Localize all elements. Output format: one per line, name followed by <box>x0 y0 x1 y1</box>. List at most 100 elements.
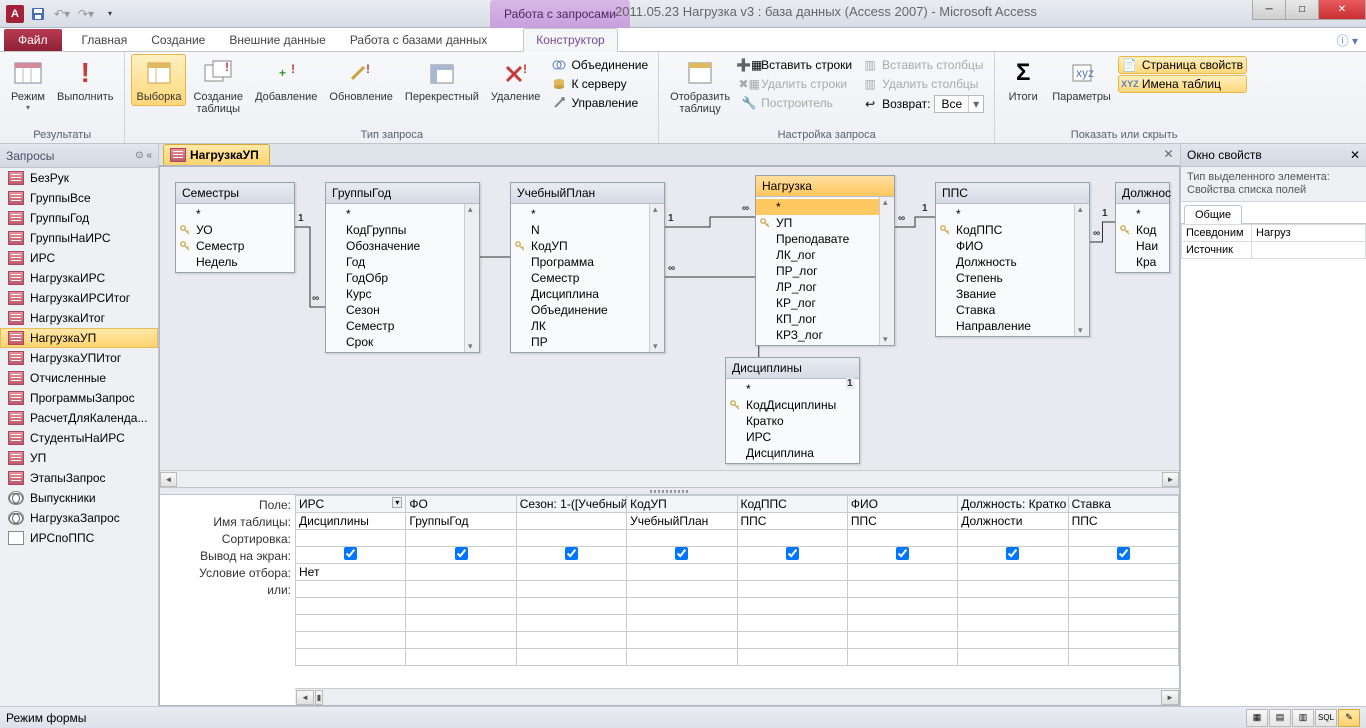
grid-cell[interactable] <box>406 598 516 615</box>
nav-item[interactable]: БезРук <box>0 168 158 188</box>
grid-cell[interactable] <box>847 649 957 666</box>
grid-cell[interactable] <box>627 547 737 564</box>
showtable-button[interactable]: Отобразить таблицу <box>665 54 735 118</box>
table-field[interactable]: Должность <box>936 254 1089 270</box>
redo-icon[interactable]: ↷▾ <box>76 4 96 24</box>
table-field[interactable]: Семестр <box>176 238 294 254</box>
scrollbar[interactable] <box>649 204 664 352</box>
nav-item[interactable]: УП <box>0 448 158 468</box>
doc-tab-active[interactable]: НагрузкаУП <box>163 144 270 165</box>
grid-cell[interactable] <box>1068 530 1178 547</box>
table-field[interactable]: Кра <box>1116 254 1169 270</box>
table-header[interactable]: УчебныйПлан <box>511 183 664 204</box>
table-field[interactable]: * <box>1116 206 1169 222</box>
grid-cell[interactable] <box>958 632 1068 649</box>
table-field[interactable]: Курс <box>326 286 479 302</box>
table-header[interactable]: Дисциплины <box>726 358 859 379</box>
table-field[interactable]: * <box>756 199 894 215</box>
grid-cell[interactable] <box>1068 615 1178 632</box>
table-header[interactable]: ГруппыГод <box>326 183 479 204</box>
table-box[interactable]: Нагрузка*УППреподаватеЛК_логПР_логЛР_лог… <box>755 175 895 346</box>
grid-cell[interactable] <box>406 615 516 632</box>
nav-item[interactable]: НагрузкаЗапрос <box>0 508 158 528</box>
view-sql-icon[interactable]: SQL <box>1315 709 1337 727</box>
grid-cell[interactable]: Должность: Кратко <box>958 496 1068 513</box>
grid-cell[interactable] <box>1068 598 1178 615</box>
grid-cell[interactable] <box>737 649 847 666</box>
grid-cell[interactable] <box>847 564 957 581</box>
propsheet-grid[interactable]: ПсевдонимНагрузИсточник <box>1181 224 1366 706</box>
grid-cell[interactable]: ФИО <box>847 496 957 513</box>
grid-cell[interactable] <box>737 632 847 649</box>
union-button[interactable]: Объединение <box>547 56 652 74</box>
grid-cell[interactable]: ППС <box>1068 513 1178 530</box>
grid-cell[interactable]: КодУП <box>627 496 737 513</box>
grid-cell[interactable] <box>406 581 516 598</box>
table-field[interactable]: * <box>936 206 1089 222</box>
grid-cell[interactable]: КодППС <box>737 496 847 513</box>
table-field[interactable]: Звание <box>936 286 1089 302</box>
crosstab-button[interactable]: Перекрестный <box>400 54 484 106</box>
table-field[interactable]: Программа <box>511 254 664 270</box>
table-field[interactable]: Степень <box>936 270 1089 286</box>
grid-cell[interactable]: ППС <box>847 513 957 530</box>
grid-cell[interactable] <box>516 632 626 649</box>
grid-cell[interactable] <box>516 615 626 632</box>
close-button[interactable]: ✕ <box>1318 0 1366 20</box>
nav-item[interactable]: ГруппыВсе <box>0 188 158 208</box>
table-field[interactable]: * <box>176 206 294 222</box>
return-combo[interactable]: ↩Возврат: Все▾ <box>858 94 988 114</box>
table-field[interactable]: * <box>511 206 664 222</box>
table-field[interactable]: ИРС <box>726 429 859 445</box>
table-box[interactable]: ГруппыГод*КодГруппыОбозначениеГодГодОбрК… <box>325 182 480 353</box>
nav-item[interactable]: ГруппыГод <box>0 208 158 228</box>
nav-item[interactable]: Выпускники <box>0 488 158 508</box>
nav-item[interactable]: НагрузкаУП <box>0 328 158 348</box>
grid-cell[interactable] <box>296 615 406 632</box>
table-field[interactable]: КРЗ_лог <box>756 327 894 343</box>
grid-cell[interactable] <box>1068 547 1178 564</box>
table-field[interactable]: Сезон <box>326 302 479 318</box>
table-field[interactable]: Семестр <box>326 318 479 334</box>
grid-cell[interactable] <box>406 649 516 666</box>
grid-cell[interactable]: УчебныйПлан <box>627 513 737 530</box>
grid-cell[interactable] <box>516 530 626 547</box>
grid-cell[interactable]: ППС <box>737 513 847 530</box>
diagram-hscroll[interactable]: ◄ ► <box>160 470 1179 487</box>
grid-cell[interactable]: Дисциплины <box>296 513 406 530</box>
table-header[interactable]: Должнос <box>1116 183 1169 204</box>
view-button[interactable]: Режим ▾ <box>6 54 50 115</box>
grid-cell[interactable] <box>958 564 1068 581</box>
maximize-button[interactable]: □ <box>1285 0 1319 20</box>
grid-cell[interactable] <box>296 632 406 649</box>
table-field[interactable]: Ставка <box>936 302 1089 318</box>
grid-cell[interactable] <box>627 598 737 615</box>
grid-cell[interactable] <box>516 547 626 564</box>
minimize-button[interactable]: ─ <box>1252 0 1286 20</box>
grid-cell[interactable] <box>737 581 847 598</box>
view-datasheet-icon[interactable]: ▦ <box>1246 709 1268 727</box>
params-button[interactable]: xyz Параметры <box>1047 54 1116 106</box>
nav-item[interactable]: ИРСпоППС <box>0 528 158 548</box>
grid-cell[interactable] <box>958 598 1068 615</box>
table-field[interactable]: КР_лог <box>756 295 894 311</box>
grid-cell[interactable] <box>627 564 737 581</box>
table-field[interactable]: * <box>326 206 479 222</box>
grid-cell[interactable] <box>406 632 516 649</box>
nav-item[interactable]: НагрузкаИРС <box>0 268 158 288</box>
grid-cell[interactable]: Ставка <box>1068 496 1178 513</box>
table-field[interactable]: Срок <box>326 334 479 350</box>
table-field[interactable]: КодДисциплины <box>726 397 859 413</box>
app-icon[interactable]: A <box>6 5 24 23</box>
grid-cell[interactable] <box>406 530 516 547</box>
table-header[interactable]: Семестры <box>176 183 294 204</box>
grid-cell[interactable] <box>296 547 406 564</box>
table-field[interactable]: Семестр <box>511 270 664 286</box>
table-field[interactable]: Направление <box>936 318 1089 334</box>
table-field[interactable]: N <box>511 222 664 238</box>
nav-header[interactable]: Запросы ⊙ « <box>0 144 158 168</box>
grid-cell[interactable]: ГруппыГод <box>406 513 516 530</box>
propsheet-button[interactable]: 📄Страница свойств <box>1118 56 1247 74</box>
table-field[interactable]: Объединение <box>511 302 664 318</box>
table-box[interactable]: ППС*КодППСФИОДолжностьСтепеньЗваниеСтавк… <box>935 182 1090 337</box>
